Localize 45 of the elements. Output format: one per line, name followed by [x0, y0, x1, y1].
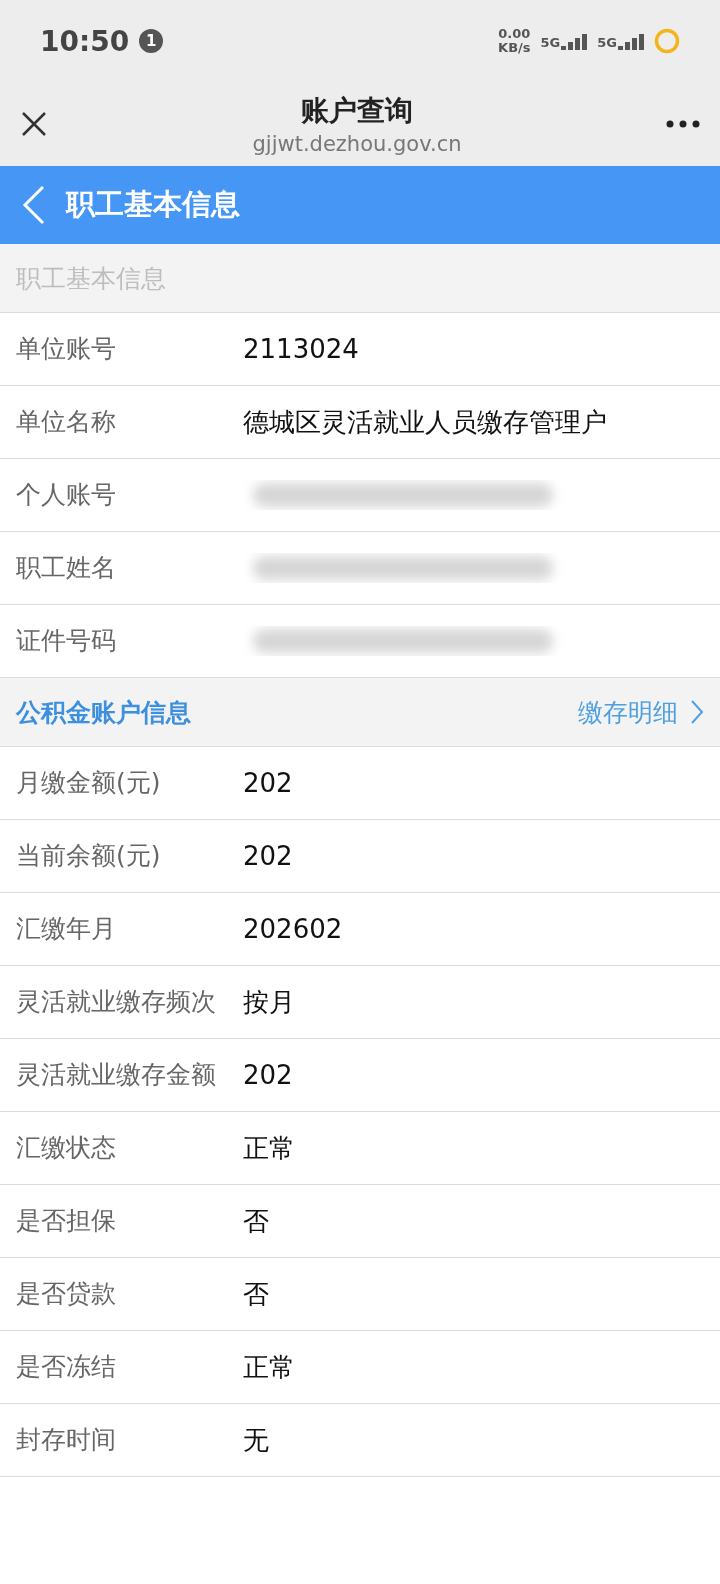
field-value: 202602: [243, 914, 343, 944]
field-label: 个人账号: [16, 479, 117, 511]
section-title: 公积金账户信息: [16, 696, 192, 729]
chevron-right-icon: [690, 699, 704, 725]
field-label: 灵活就业缴存金额: [16, 1059, 217, 1091]
field-label: 灵活就业缴存频次: [16, 986, 217, 1018]
field-value: 202: [243, 1060, 293, 1090]
field-value: 否: [243, 1204, 269, 1238]
field-label: 是否担保: [16, 1205, 117, 1237]
field-value: 202: [243, 841, 293, 871]
field-label: 证件号码: [16, 625, 117, 657]
notification-badge: 1: [139, 29, 164, 53]
field-label: 单位名称: [16, 406, 117, 438]
back-icon[interactable]: [22, 185, 46, 225]
net-speed: 0.00: [498, 26, 531, 41]
more-icon[interactable]: [666, 120, 700, 128]
clock: 10:50: [40, 24, 130, 58]
field-value: 正常: [243, 1131, 295, 1165]
field-value: 德城区灵活就业人员缴存管理户: [243, 405, 607, 439]
signal-icon: [618, 32, 646, 50]
field-label: 职工姓名: [16, 552, 117, 584]
field-value: 按月: [243, 985, 295, 1019]
net-unit: KB/s: [498, 41, 531, 56]
field-value: 202: [243, 768, 293, 798]
field-value: 2113024: [243, 334, 359, 364]
field-value: 正常: [243, 1350, 295, 1384]
ring-icon: [654, 28, 680, 54]
close-icon[interactable]: [20, 110, 48, 138]
field-label: 汇缴年月: [16, 913, 117, 945]
page-title: 账户查询: [301, 93, 413, 129]
field-label: 月缴金额(元): [16, 767, 162, 799]
signal-icon: [561, 32, 590, 50]
field-label: 当前余额(元): [16, 840, 162, 872]
network-type: 5G: [540, 35, 561, 50]
field-label: 封存时间: [16, 1424, 117, 1456]
field-value: 否: [243, 1277, 269, 1311]
field-label: 是否冻结: [16, 1351, 117, 1383]
detail-link[interactable]: 缴存明细: [578, 695, 704, 729]
nav-title: 职工基本信息: [66, 186, 240, 223]
field-label: 是否贷款: [16, 1278, 117, 1310]
field-label: 汇缴状态: [16, 1132, 117, 1164]
field-label: 单位账号: [16, 333, 117, 365]
page-url: gjjwt.dezhou.gov.cn: [252, 132, 462, 156]
network-type: 5G: [597, 35, 617, 50]
field-value: 无: [243, 1423, 269, 1457]
